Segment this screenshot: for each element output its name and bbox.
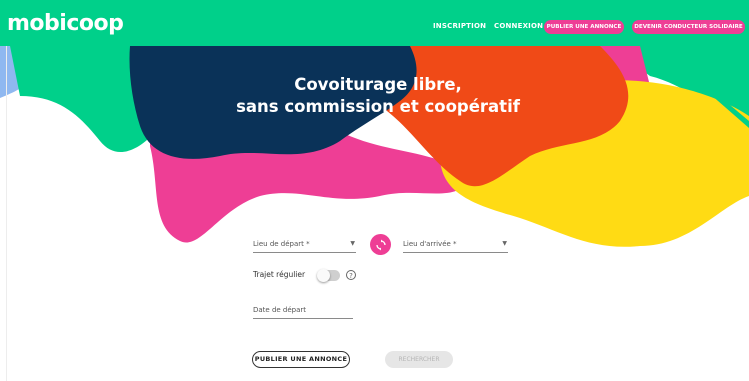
publish-ad-nav-button[interactable]: PUBLIER UNE ANNONCE <box>544 20 624 34</box>
swap-arrows-icon <box>375 239 386 250</box>
search-button[interactable]: RECHERCHER <box>385 351 453 368</box>
nav-inscription-link[interactable]: INSCRIPTION <box>433 22 486 30</box>
toggle-knob <box>317 269 330 282</box>
hero-title-line-2: sans commission et coopératif <box>236 97 520 116</box>
hero-headline: Covoiturage libre, sans commission et co… <box>228 74 528 118</box>
regular-trip-toggle[interactable] <box>317 269 340 282</box>
help-icon[interactable]: ? <box>346 270 356 280</box>
departure-place-label: Lieu de départ * <box>253 240 310 248</box>
departure-date-input[interactable]: Date de départ <box>253 302 353 319</box>
departure-date-label: Date de départ <box>253 306 307 314</box>
dropdown-arrow-icon: ▼ <box>502 240 507 247</box>
page-left-edge <box>6 46 7 381</box>
mobicoop-logo[interactable]: mobicoop <box>7 11 124 36</box>
regular-trip-label: Trajet régulier <box>253 270 306 279</box>
nav-connexion-link[interactable]: CONNEXION <box>494 22 543 30</box>
hero-title-line-1: Covoiturage libre, <box>294 75 462 94</box>
dropdown-arrow-icon: ▼ <box>350 240 355 247</box>
top-navigation-bar: mobicoop INSCRIPTION CONNEXION PUBLIER U… <box>0 0 749 46</box>
arrival-place-label: Lieu d'arrivée * <box>403 240 457 248</box>
become-driver-nav-button[interactable]: DEVENIR CONDUCTEUR SOLIDAIRE <box>632 20 745 34</box>
publish-ad-button[interactable]: PUBLIER UNE ANNONCE <box>252 351 350 368</box>
departure-place-input[interactable]: Lieu de départ * ▼ <box>253 236 356 253</box>
arrival-place-input[interactable]: Lieu d'arrivée * ▼ <box>403 236 508 253</box>
swap-places-button[interactable] <box>370 234 391 255</box>
